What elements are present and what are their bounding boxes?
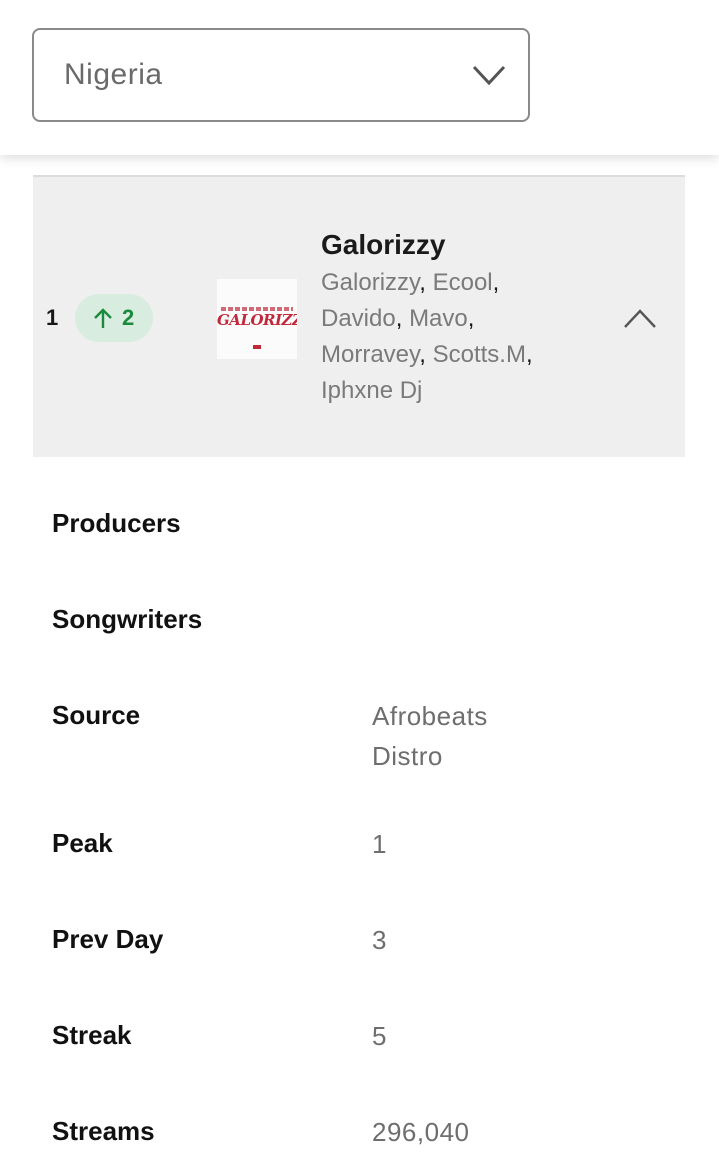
album-art-title: GALORIZZY — [217, 311, 297, 329]
artist-name: Mavo — [409, 305, 468, 332]
movement-badge: 2 — [75, 294, 153, 342]
peak-value: 1 — [372, 829, 387, 859]
artist-name: Morravey — [321, 341, 420, 368]
source-label: Source — [52, 700, 141, 730]
movement-value: 2 — [122, 305, 135, 330]
country-select-value: Nigeria — [64, 58, 163, 91]
header: Nigeria — [0, 0, 719, 155]
source-value-line: Distro — [372, 741, 443, 771]
country-select[interactable]: Nigeria — [32, 28, 530, 122]
source-value-line: Afrobeats — [372, 701, 488, 731]
rank-number: 1 — [46, 305, 59, 330]
prev-day-value: 3 — [372, 925, 387, 955]
streams-value: 296,040 — [372, 1117, 470, 1147]
album-art-logo — [253, 345, 261, 349]
artist-name: Ecool — [432, 269, 493, 296]
producers-label: Producers — [52, 508, 181, 538]
artist-list: Galorizzy, Ecool, Davido, Mavo, Morravey… — [321, 269, 533, 404]
chevron-down-icon — [472, 65, 506, 86]
album-art: GALORIZZY — [217, 279, 297, 359]
chart-entry-row[interactable]: 1 2 GALORIZZY Galorizzy Galorizzy, Ecool… — [33, 175, 685, 457]
streak-label: Streak — [52, 1020, 132, 1050]
artist-name: Galorizzy — [321, 269, 420, 296]
chevron-up-icon[interactable] — [623, 307, 657, 331]
song-title: Galorizzy — [321, 229, 446, 260]
artist-name: Iphxne Dj — [321, 377, 423, 404]
source-value: Afrobeats Distro — [372, 696, 552, 776]
prev-day-label: Prev Day — [52, 924, 164, 954]
peak-label: Peak — [52, 828, 113, 858]
artist-name: Davido — [321, 305, 396, 332]
songwriters-label: Songwriters — [52, 604, 203, 634]
arrow-up-icon — [94, 308, 112, 328]
streams-label: Streams — [52, 1116, 155, 1146]
streak-value: 5 — [372, 1021, 387, 1051]
artist-name: Scotts.M — [432, 341, 526, 368]
